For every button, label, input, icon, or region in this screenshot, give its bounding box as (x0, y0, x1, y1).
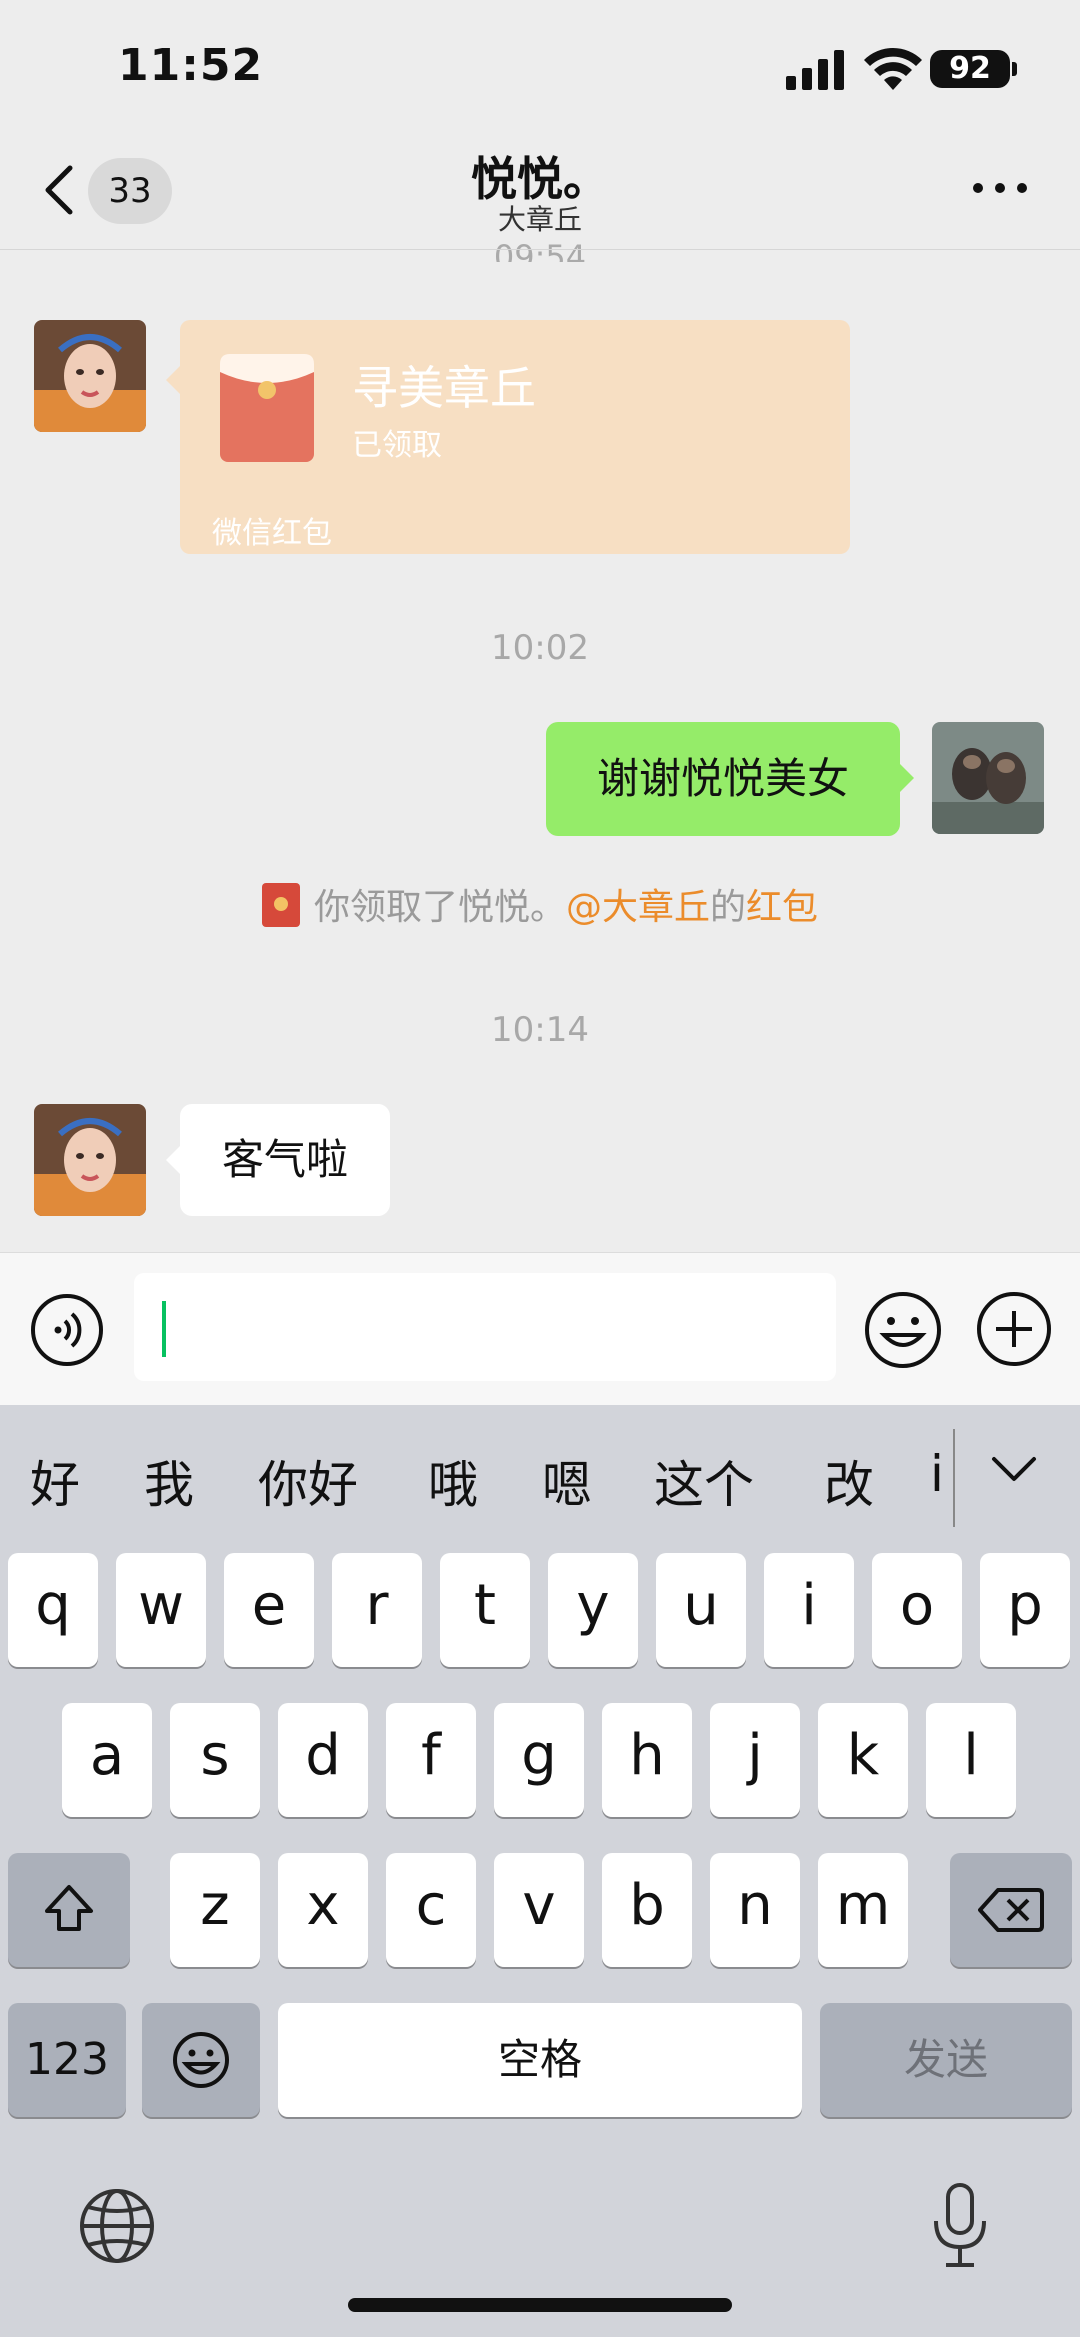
nav-divider (0, 249, 1080, 250)
contact-avatar[interactable] (34, 320, 146, 432)
red-packet-message[interactable]: 寻美章丘 已领取 微信红包 (180, 320, 850, 554)
bubble-tail (166, 366, 180, 394)
key-n[interactable]: n (710, 1853, 800, 1967)
emoji-keyboard-key[interactable] (142, 2003, 260, 2117)
key-h[interactable]: h (602, 1703, 692, 1817)
candidate-divider (953, 1429, 955, 1527)
key-e[interactable]: e (224, 1553, 314, 1667)
shift-key[interactable] (8, 1853, 130, 1967)
cellular-signal-icon (786, 50, 844, 90)
red-packet-link[interactable]: 红包 (746, 887, 818, 928)
delete-key[interactable] (950, 1853, 1072, 1967)
emoji-icon (173, 2032, 229, 2088)
space-key[interactable]: 空格 (278, 2003, 802, 2117)
incoming-message-bubble[interactable]: 客气啦 (180, 1104, 390, 1216)
red-packet-status: 已领取 (352, 428, 442, 463)
emoji-icon[interactable] (864, 1291, 942, 1369)
key-v[interactable]: v (494, 1853, 584, 1967)
key-s[interactable]: s (170, 1703, 260, 1817)
my-avatar[interactable] (932, 722, 1044, 834)
candidate-word[interactable]: i (930, 1445, 952, 1503)
candidate-word[interactable]: 你好 (258, 1445, 358, 1517)
key-y[interactable]: y (548, 1553, 638, 1667)
key-z[interactable]: z (170, 1853, 260, 1967)
key-a[interactable]: a (62, 1703, 152, 1817)
key-w[interactable]: w (116, 1553, 206, 1667)
bubble-tail (166, 1146, 180, 1174)
chat-subtitle: 大章丘 (497, 203, 582, 236)
voice-icon[interactable] (30, 1293, 104, 1367)
numbers-key[interactable]: 123 (8, 2003, 126, 2117)
battery-nub (1012, 62, 1017, 76)
outgoing-message-bubble[interactable]: 谢谢悦悦美女 (546, 722, 900, 836)
send-key[interactable]: 发送 (820, 2003, 1072, 2117)
key-r[interactable]: r (332, 1553, 422, 1667)
candidate-word[interactable]: 改 (824, 1445, 874, 1517)
keyboard: 好 我 你好 哦 嗯 这个 改 i q w e r t y u i o p a … (0, 1405, 1080, 2337)
more-dots-icon[interactable] (970, 178, 1030, 198)
red-packet-footer: 微信红包 (212, 516, 332, 551)
red-packet-icon (220, 354, 314, 462)
red-packet-small-icon (261, 883, 300, 927)
candidate-word[interactable]: 好 (30, 1445, 80, 1517)
contact-avatar[interactable] (34, 1104, 146, 1216)
key-o[interactable]: o (872, 1553, 962, 1667)
system-notice: 你领取了悦悦。@大章丘的红包 (0, 878, 1080, 930)
key-u[interactable]: u (656, 1553, 746, 1667)
timestamp: 10:14 (491, 1010, 589, 1050)
mention-link[interactable]: @大章丘 (566, 887, 710, 928)
microphone-icon[interactable] (930, 2181, 990, 2271)
message-input[interactable] (134, 1273, 836, 1381)
chevron-down-icon[interactable] (990, 1455, 1038, 1485)
key-t[interactable]: t (440, 1553, 530, 1667)
text-caret (162, 1301, 166, 1357)
key-b[interactable]: b (602, 1853, 692, 1967)
key-g[interactable]: g (494, 1703, 584, 1817)
key-i[interactable]: i (764, 1553, 854, 1667)
status-time: 11:52 (118, 40, 264, 91)
key-l[interactable]: l (926, 1703, 1016, 1817)
shift-icon (45, 1885, 93, 1931)
backspace-icon (978, 1888, 1044, 1932)
battery-indicator: 92 (930, 50, 1010, 88)
notice-middle: 的 (710, 887, 747, 928)
wifi-icon (864, 47, 922, 90)
candidate-word[interactable]: 我 (144, 1445, 194, 1517)
key-p[interactable]: p (980, 1553, 1070, 1667)
candidate-word[interactable]: 嗯 (542, 1445, 592, 1517)
candidate-word[interactable]: 这个 (654, 1445, 754, 1517)
key-m[interactable]: m (818, 1853, 908, 1967)
notice-prefix: 你领取了悦悦。 (313, 887, 566, 928)
key-j[interactable]: j (710, 1703, 800, 1817)
home-indicator[interactable] (348, 2298, 732, 2312)
red-packet-title: 寻美章丘 (352, 361, 536, 415)
key-d[interactable]: d (278, 1703, 368, 1817)
globe-icon[interactable] (78, 2187, 156, 2265)
plus-icon[interactable] (976, 1291, 1052, 1367)
key-x[interactable]: x (278, 1853, 368, 1967)
candidate-word[interactable]: 哦 (428, 1445, 478, 1517)
bubble-tail (900, 764, 914, 792)
key-c[interactable]: c (386, 1853, 476, 1967)
timestamp: 10:02 (491, 628, 589, 668)
cutoff-timestamp: 09:54 (493, 238, 587, 262)
key-q[interactable]: q (8, 1553, 98, 1667)
input-bar (0, 1252, 1080, 1405)
key-k[interactable]: k (818, 1703, 908, 1817)
key-f[interactable]: f (386, 1703, 476, 1817)
